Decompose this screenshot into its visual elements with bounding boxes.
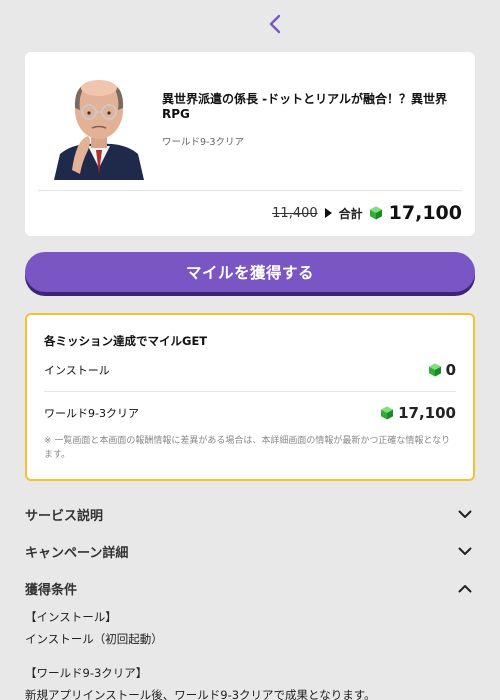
- accordion-acquisition-conditions[interactable]: 獲得条件: [25, 574, 475, 602]
- chevron-down-icon: [455, 504, 475, 524]
- old-price: 11,400: [272, 205, 318, 221]
- accordion-title: サービス説明: [25, 508, 104, 524]
- green-gem-icon: [381, 406, 394, 420]
- mission-label: ワールド9-3クリア: [44, 407, 139, 420]
- condition-clear-heading: 【ワールド9-3クリア】: [25, 666, 148, 680]
- accordion-title: キャンペーン詳細: [25, 545, 129, 561]
- divider: [38, 190, 462, 191]
- app-thumbnail: [44, 70, 154, 180]
- offer-subtitle: ワールド9-3クリア: [162, 137, 245, 148]
- mission-row: ワールド9-3クリア 17,100: [44, 401, 456, 425]
- mission-note: ※ 一覧画面と本画面の報酬情報に差異がある場合は、本詳細画面の情報が最新かつ正確…: [44, 436, 451, 460]
- green-gem-icon: [428, 363, 441, 377]
- chevron-down-icon: [455, 541, 475, 561]
- mission-reward-value: 0: [445, 361, 456, 379]
- offer-title: 異世界派遣の係長 -ドットとリアルが融合！？異世界RPG: [162, 92, 448, 121]
- mission-reward: 0: [428, 361, 456, 379]
- back-button[interactable]: [262, 10, 288, 38]
- green-gem-icon: [369, 206, 382, 220]
- chevron-up-icon: [455, 578, 475, 598]
- accordion-title: 獲得条件: [25, 582, 78, 598]
- mission-label: インストール: [44, 364, 110, 377]
- condition-install-text: インストール（初回起動）: [25, 632, 163, 646]
- condition-install-heading: 【インストール】: [25, 610, 117, 624]
- chevron-left-icon: [269, 14, 281, 34]
- mission-reward: 17,100: [380, 404, 456, 422]
- offer-card: 異世界派遣の係長 -ドットとリアルが融合！？異世界RPG ワールド9-3クリア …: [25, 52, 475, 236]
- mission-reward-value: 17,100: [398, 404, 456, 422]
- get-miles-button[interactable]: マイルを獲得する: [25, 252, 475, 292]
- condition-clear-text: 新規アプリインストール後、ワールド9-3クリアで成果となります。: [25, 688, 376, 700]
- accordion-campaign-details[interactable]: キャンペーン詳細: [25, 537, 475, 565]
- mission-heading: 各ミッション達成でマイルGET: [44, 334, 208, 348]
- mission-box: 各ミッション達成でマイルGET インストール 0 ワールド9-3クリア 17,1…: [25, 313, 475, 481]
- play-arrow-icon: [324, 208, 332, 218]
- top-bar: [0, 0, 500, 48]
- accordion-service-description[interactable]: サービス説明: [25, 500, 475, 528]
- price-row: 11,400 合計 17,100: [272, 198, 462, 228]
- total-label: 合計: [338, 206, 363, 221]
- total-value: 17,100: [388, 202, 462, 224]
- mission-row: インストール 0: [44, 358, 456, 382]
- divider: [44, 391, 456, 392]
